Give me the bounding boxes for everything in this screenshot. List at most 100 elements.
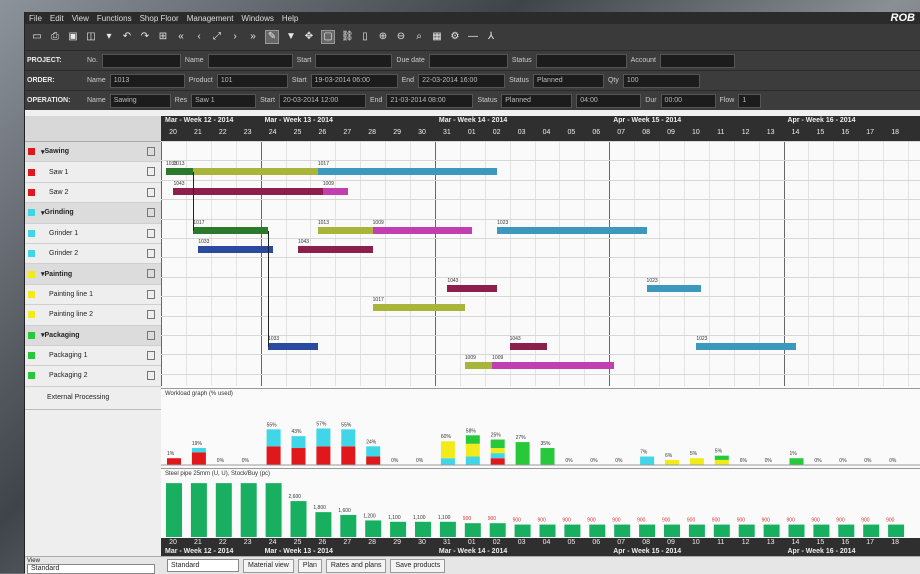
operation-bar[interactable] [696,343,796,350]
operation-bar[interactable] [173,187,323,195]
operation-bar[interactable] [497,226,647,234]
operation-bar[interactable] [447,284,498,292]
view-select[interactable]: Standard [27,563,155,574]
project-start-field[interactable] [315,53,393,68]
resource-row-packaging-1[interactable]: Packaging 1 [25,346,161,367]
preview-icon[interactable]: ◫ [85,31,97,43]
operation-bar[interactable] [317,168,498,176]
redo-icon[interactable]: ↷ [139,31,151,43]
calendar-icon[interactable] [147,187,155,197]
resource-row-grinder-2[interactable]: Grinder 2 [25,244,161,265]
project-no-field[interactable] [101,53,181,68]
operation-bar[interactable] [464,362,493,370]
undo-icon[interactable]: ↶ [121,31,133,43]
project-status-field[interactable] [535,53,627,68]
settings-icon[interactable]: ⚙ [449,31,461,43]
funnel-icon[interactable]: ▼ [285,31,297,43]
print-icon[interactable]: ⎙ [49,31,61,43]
order-start-field[interactable]: 19-03-2014 06:00 [310,73,398,88]
operation-bar[interactable] [317,226,373,234]
calendar-icon[interactable] [147,269,155,279]
operation-bar[interactable] [165,168,194,176]
resource-row-painting-line-2[interactable]: Painting line 2 [25,305,161,326]
tab-plan[interactable]: Plan [297,558,322,573]
pen-icon[interactable]: ✎ [265,30,279,44]
calendar-icon[interactable] [147,248,155,258]
project-account-field[interactable] [659,53,735,68]
operation-bar[interactable] [322,187,348,195]
project-due-field[interactable] [428,53,508,68]
menu-item-management[interactable]: Management [187,14,234,23]
filter-icon[interactable]: ⊞ [157,31,169,43]
menu-item-view[interactable]: View [72,14,89,23]
tree-icon[interactable]: ⅄ [485,31,497,43]
link-icon[interactable]: ⛓ [341,31,354,43]
operation-bar[interactable] [198,246,274,253]
operation-dur-field[interactable]: 04:00 [576,93,642,108]
operation-bar[interactable] [509,343,547,350]
menu-item-file[interactable]: File [29,14,42,23]
zoom-out-icon[interactable]: ⊖ [395,31,407,43]
resource-row-saw-1[interactable]: Saw 1 [25,162,161,183]
move-icon[interactable]: ✥ [303,31,315,43]
tab-material-view[interactable]: Material view [243,558,294,573]
first-icon[interactable]: « [175,31,187,43]
last-icon[interactable]: » [247,31,259,43]
resource-row-saw-2[interactable]: Saw 2 [25,183,161,204]
menu-item-edit[interactable]: Edit [50,14,64,23]
tab-save-products[interactable]: Save products [390,558,446,573]
resource-row-painting-line-1[interactable]: Painting line 1 [25,285,161,306]
page-icon[interactable]: ▯ [359,31,371,43]
zoom-in-icon[interactable]: ⊕ [377,31,389,43]
prev-icon[interactable]: ‹ [193,31,205,43]
operation-name-field[interactable]: Sawing [109,93,171,108]
operation-bar[interactable] [646,284,702,292]
resource-group-painting[interactable]: ▾ Painting [25,264,161,285]
search-icon[interactable]: ⌕ [413,31,425,43]
order-status-field[interactable]: Planned [532,73,604,88]
menu-item-windows[interactable]: Windows [241,14,273,23]
operation-flow-field[interactable]: 1 [738,93,762,108]
order-name-field[interactable]: 1013 [109,73,185,88]
menu-item-shop-floor[interactable]: Shop Floor [140,14,179,23]
resource-group-grinding[interactable]: ▾ Grinding [25,203,161,224]
operation-start-field[interactable]: 20-03-2014 12:00 [278,93,366,108]
order-end-field[interactable]: 22-03-2014 16:00 [418,73,506,88]
calendar-icon[interactable] [147,167,155,177]
resource-row-packaging-2[interactable]: Packaging 2 [25,366,161,387]
view2-select[interactable]: Standard [167,559,239,572]
select-icon[interactable]: ▢ [321,30,335,44]
grid-icon[interactable]: ▦ [431,31,443,43]
options-icon[interactable]: ▾ [103,31,115,43]
operation-status-field[interactable]: Planned [501,93,573,108]
menu-item-help[interactable]: Help [282,14,298,23]
menu-item-functions[interactable]: Functions [97,14,132,23]
calendar-icon[interactable] [147,208,155,218]
operation-bar[interactable] [268,343,318,350]
resource-group-packaging[interactable]: ▾ Packaging [25,325,161,346]
project-name-field[interactable] [207,53,293,68]
external-processing-row[interactable]: External Processing [25,387,161,410]
operation-bar[interactable] [372,226,473,234]
expand-icon[interactable]: ⤢ [211,31,223,43]
operation-bar[interactable] [173,168,318,176]
calendar-icon[interactable] [147,289,155,299]
operation-bar[interactable] [372,304,465,312]
calendar-icon[interactable] [147,330,155,340]
operation-dur2-field[interactable]: 00:00 [660,93,716,108]
gantt-chart[interactable]: 1013 1017 1033 1043 1009 1017 1013 1009 1023 1033… [161,141,920,386]
operation-bar[interactable] [297,246,373,253]
save-icon[interactable]: ▣ [67,31,79,43]
calendar-icon[interactable] [147,310,155,320]
operation-bar[interactable] [492,362,615,370]
operation-res-field[interactable]: Saw 1 [191,93,257,108]
order-product-field[interactable]: 101 [216,73,288,88]
calendar-icon[interactable] [147,147,155,156]
new-icon[interactable]: ▭ [31,31,43,43]
order-qty-field[interactable]: 100 [622,73,700,88]
resource-group-sawing[interactable]: ▾ Sawing [25,142,161,163]
operation-end-field[interactable]: 21-03-2014 08:00 [386,93,474,108]
next-icon[interactable]: › [229,31,241,43]
resource-row-grinder-1[interactable]: Grinder 1 [25,224,161,244]
minus-icon[interactable]: — [467,31,479,43]
